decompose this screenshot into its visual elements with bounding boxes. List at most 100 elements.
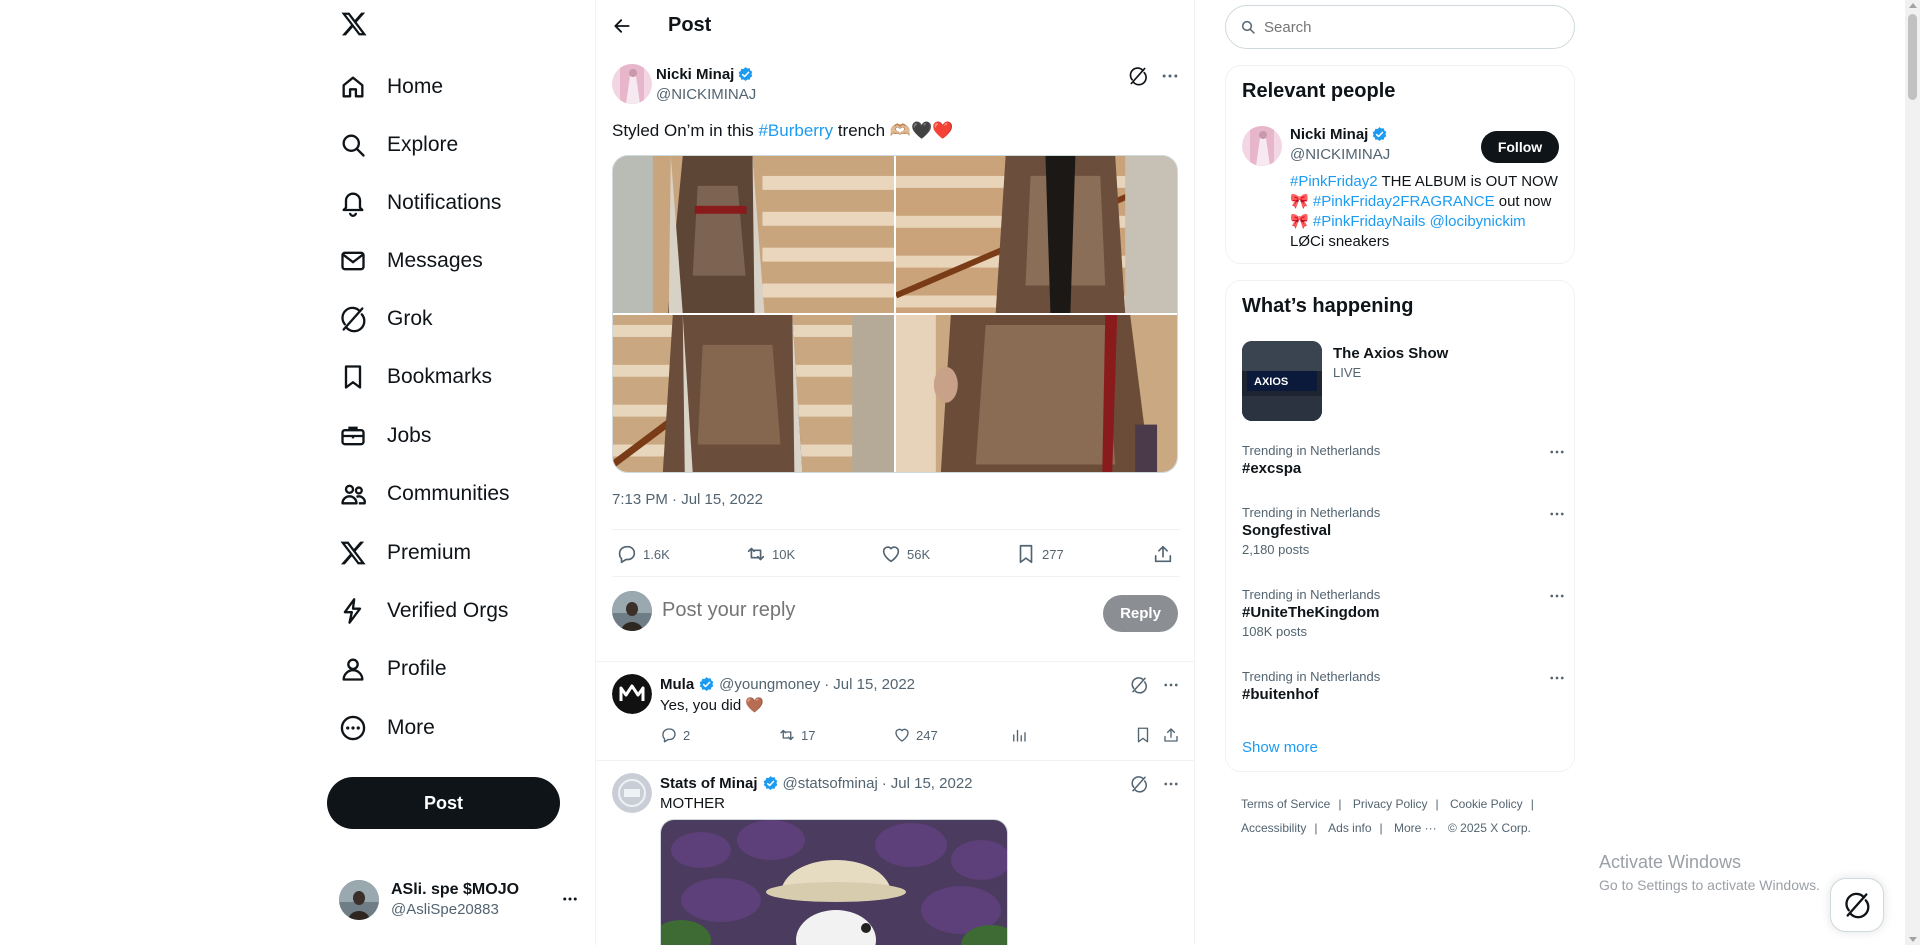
mention-link[interactable]: @locibynickim [1430, 213, 1526, 230]
activation-title: Activate Windows [1599, 852, 1742, 872]
hashtag-link[interactable]: #PinkFridayNails [1313, 213, 1426, 230]
footer-link[interactable]: Privacy Policy [1353, 797, 1428, 811]
tweet-timestamp[interactable]: 7:13 PM · Jul 15, 2022 [612, 491, 763, 508]
back-arrow-icon[interactable] [612, 16, 632, 36]
reply-item[interactable]: Stats of Minaj @statsofminaj · Jul 15, 2… [612, 773, 1180, 945]
reply-date[interactable]: Jul 15, 2022 [891, 775, 973, 792]
nav-item-jobs[interactable]: Jobs [339, 412, 559, 460]
grok-icon[interactable] [1130, 775, 1148, 793]
like-count: 56K [907, 546, 931, 562]
reply-author-handle[interactable]: @statsofminaj [783, 775, 878, 792]
hashtag-link[interactable]: #PinkFriday2 [1290, 173, 1378, 190]
x-logo-icon[interactable] [339, 10, 373, 44]
footer-link[interactable]: More ··· [1394, 821, 1437, 835]
tweet-photo[interactable] [896, 315, 1177, 472]
more-icon[interactable] [1162, 676, 1180, 694]
more-icon[interactable] [1162, 775, 1180, 793]
author-avatar[interactable] [612, 64, 652, 104]
hashtag-link[interactable]: #Burberry [758, 121, 833, 140]
trend-item[interactable]: Trending in Netherlands #buitenhof [1242, 669, 1564, 705]
live-event[interactable]: AXIOS The Axios Show LIVE [1242, 341, 1562, 421]
reply-date[interactable]: Jul 15, 2022 [833, 676, 915, 693]
post-button[interactable]: Post [327, 777, 560, 829]
follow-button[interactable]: Follow [1481, 131, 1559, 163]
like-action[interactable]: 56K [880, 543, 930, 565]
person-icon [339, 655, 367, 683]
share-action[interactable] [1152, 543, 1174, 565]
views-action[interactable] [1010, 726, 1028, 744]
share-action[interactable] [1162, 726, 1180, 744]
nav-label-premium: Premium [387, 541, 472, 564]
author-handle[interactable]: @NICKIMINAJ [656, 86, 756, 103]
tweet-media-grid[interactable] [612, 155, 1178, 473]
reply-action[interactable]: 2 [660, 726, 690, 744]
trend-item[interactable]: Trending in Netherlands #excspa [1242, 443, 1564, 479]
reply-item[interactable]: Mula @youngmoney · Jul 15, 2022 Yes, you… [612, 674, 1180, 760]
reply-button[interactable]: Reply [1103, 595, 1178, 632]
trend-item[interactable]: Trending in Netherlands Songfestival 2,1… [1242, 505, 1564, 559]
scroll-up-arrow-icon[interactable] [1909, 3, 1917, 8]
reply-avatar[interactable] [612, 674, 652, 714]
nav-item-profile[interactable]: Profile [339, 645, 559, 693]
grok-floating-button[interactable] [1830, 878, 1884, 932]
person-bio: #PinkFriday2 THE ALBUM is OUT NOW 🎀 #Pin… [1290, 172, 1570, 252]
nav-item-messages[interactable]: Messages [339, 237, 559, 285]
page-scrollbar[interactable] [1905, 0, 1920, 945]
more-icon[interactable] [1548, 669, 1566, 687]
trend-item[interactable]: Trending in Netherlands #UniteTheKingdom… [1242, 587, 1564, 641]
scrollbar-thumb[interactable] [1908, 14, 1917, 100]
grok-icon[interactable] [1130, 676, 1148, 694]
reply-author-handle[interactable]: @youngmoney [719, 676, 820, 693]
person-name[interactable]: Nicki Minaj [1290, 126, 1368, 143]
reply-author-name[interactable]: Mula [660, 676, 694, 693]
search-input[interactable] [1264, 18, 1544, 36]
person-avatar[interactable] [1242, 126, 1282, 166]
more-icon[interactable] [561, 890, 579, 908]
nav-label-messages: Messages [387, 249, 483, 272]
person-handle[interactable]: @NICKIMINAJ [1290, 146, 1390, 163]
tweet-photo[interactable] [613, 315, 894, 472]
scroll-down-arrow-icon[interactable] [1909, 937, 1917, 942]
hashtag-link[interactable]: #PinkFriday2FRAGRANCE [1313, 193, 1495, 210]
reply-input[interactable] [662, 599, 1062, 622]
nav-item-notifications[interactable]: Notifications [339, 179, 559, 227]
tweet-photo[interactable] [613, 156, 894, 314]
nav-item-communities[interactable]: Communities [339, 470, 559, 518]
reply-action[interactable]: 1.6K [616, 543, 670, 565]
more-icon[interactable] [1548, 443, 1566, 461]
repost-action[interactable]: 10K [745, 543, 795, 565]
search-bar[interactable] [1225, 5, 1575, 49]
nav-item-premium[interactable]: Premium [339, 529, 559, 577]
grok-icon[interactable] [1128, 66, 1148, 86]
nav-item-verified-orgs[interactable]: Verified Orgs [339, 587, 559, 635]
like-action[interactable]: 247 [893, 726, 938, 744]
nav-item-home[interactable]: Home [339, 63, 559, 111]
bookmark-action[interactable] [1134, 726, 1152, 744]
reply-author-name[interactable]: Stats of Minaj [660, 775, 758, 792]
nav-item-grok[interactable]: Grok [339, 295, 559, 343]
share-icon [1162, 726, 1180, 744]
nav-item-more[interactable]: More [339, 704, 559, 752]
footer-link[interactable]: Terms of Service [1241, 797, 1330, 811]
footer-link[interactable]: Accessibility [1241, 821, 1306, 835]
nav-label-bookmarks: Bookmarks [387, 365, 493, 388]
bookmark-action[interactable]: 277 [1015, 543, 1064, 565]
account-switcher[interactable]: ASli. spe $MOJO @AsliSpe20883 [339, 876, 589, 924]
show-more-link[interactable]: Show more [1242, 739, 1318, 756]
reply-photo[interactable] [660, 819, 1008, 945]
repost-action[interactable]: 17 [778, 726, 815, 744]
tweet-photo[interactable] [896, 156, 1177, 314]
reply-text: MOTHER [660, 795, 725, 812]
more-icon[interactable] [1548, 505, 1566, 523]
reply-count: 2 [683, 727, 691, 743]
footer-link[interactable]: Cookie Policy [1450, 797, 1523, 811]
more-icon[interactable] [1548, 587, 1566, 605]
nav-item-bookmarks[interactable]: Bookmarks [339, 353, 559, 401]
footer-link[interactable]: Ads info [1328, 821, 1371, 835]
author-name[interactable]: Nicki Minaj [656, 66, 734, 83]
account-avatar [339, 880, 379, 920]
more-icon[interactable] [1160, 66, 1180, 86]
reply-avatar[interactable] [612, 773, 652, 813]
nav-item-explore[interactable]: Explore [339, 121, 559, 169]
reply-composer: Reply [612, 587, 1180, 635]
